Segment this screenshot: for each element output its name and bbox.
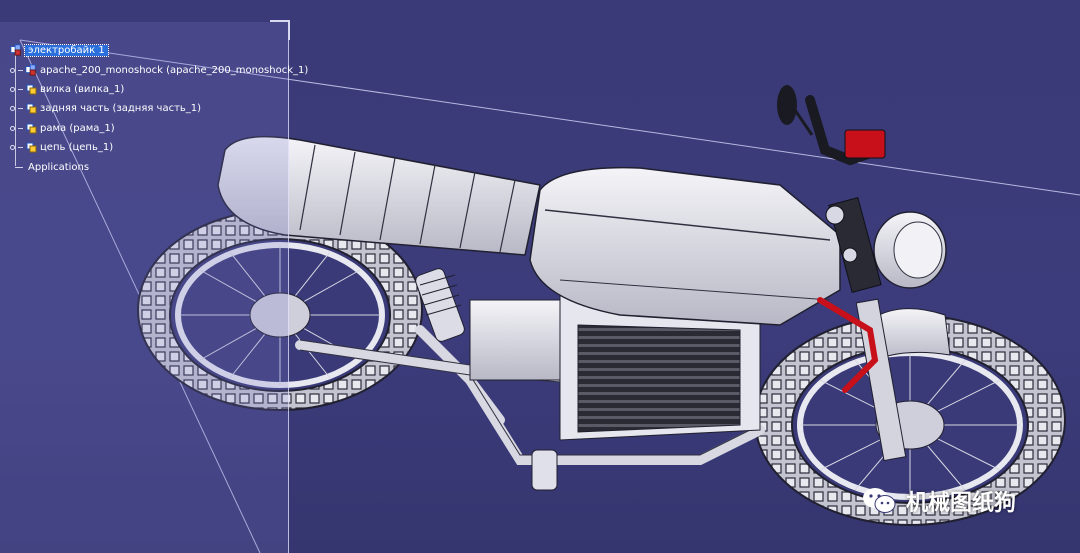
tree-item-label[interactable]: вилка (вилка_1) bbox=[40, 84, 124, 95]
tree-item-label[interactable]: apache_200_monoshock (apache_200_monosho… bbox=[40, 65, 308, 76]
tree-item-label[interactable]: рама (рама_1) bbox=[40, 123, 115, 134]
watermark-text: 机械图纸狗 bbox=[906, 491, 1017, 516]
tree-dash bbox=[15, 166, 23, 168]
tree-item-applications[interactable]: Applications bbox=[15, 159, 89, 175]
component-icon bbox=[26, 84, 37, 95]
expand-knob-icon[interactable] bbox=[10, 144, 15, 150]
3d-viewport[interactable]: электробайк 1 apache_200_monoshock (apac… bbox=[0, 0, 1080, 553]
component-icon bbox=[26, 142, 37, 153]
tree-dash bbox=[18, 107, 23, 109]
panel-corner-marker bbox=[270, 20, 290, 40]
tree-dash bbox=[18, 146, 23, 148]
tree-root[interactable]: электробайк 1 bbox=[10, 42, 109, 58]
tree-item-rama[interactable]: рама (рама_1) bbox=[10, 120, 115, 136]
tree-dash bbox=[18, 127, 23, 129]
tree-item-label[interactable]: Applications bbox=[28, 162, 89, 173]
product-icon bbox=[10, 44, 21, 56]
headlight[interactable] bbox=[873, 211, 947, 289]
wechat-icon bbox=[863, 488, 896, 513]
tree-item-apache[interactable]: apache_200_monoshock (apache_200_monosho… bbox=[10, 62, 308, 78]
tree-item-label[interactable]: цепь (цепь_1) bbox=[40, 142, 113, 153]
tree-root-label[interactable]: электробайк 1 bbox=[24, 43, 109, 57]
handlebar[interactable] bbox=[777, 85, 886, 166]
fuel-tank[interactable] bbox=[529, 166, 841, 326]
component-icon bbox=[26, 103, 37, 114]
footpeg[interactable] bbox=[531, 449, 558, 491]
expand-knob-icon[interactable] bbox=[10, 86, 15, 92]
tree-dash bbox=[18, 88, 23, 90]
battery-box[interactable] bbox=[469, 299, 571, 381]
tree-item-vilka[interactable]: вилка (вилка_1) bbox=[10, 81, 124, 97]
expand-knob-icon[interactable] bbox=[10, 125, 15, 131]
expand-knob-icon[interactable] bbox=[10, 105, 15, 111]
tree-item-chain[interactable]: цепь (цепь_1) bbox=[10, 139, 113, 155]
product-icon bbox=[25, 64, 36, 76]
watermark: 机械图纸狗 bbox=[862, 485, 1016, 517]
expand-knob-icon[interactable] bbox=[10, 67, 15, 73]
tree-item-label[interactable]: задняя часть (задняя часть_1) bbox=[40, 103, 201, 114]
tree-dash bbox=[18, 69, 23, 71]
tree-item-rear[interactable]: задняя часть (задняя часть_1) bbox=[10, 100, 201, 116]
component-icon bbox=[26, 123, 37, 134]
